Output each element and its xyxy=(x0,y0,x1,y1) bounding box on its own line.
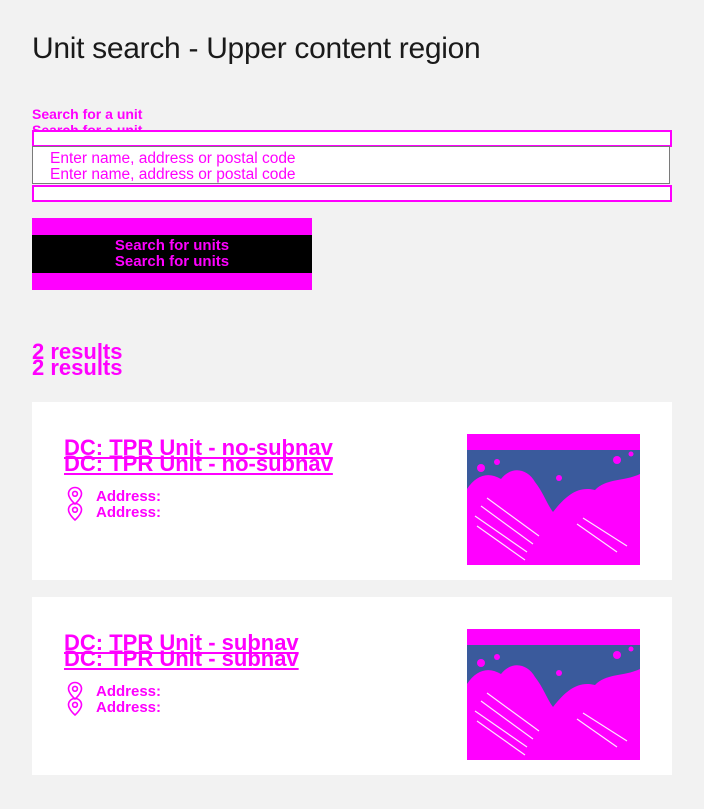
unit-title-duplicate: DC: TPR Unit - no-subnav xyxy=(64,451,333,476)
search-input-placeholder: Enter name, address or postal code xyxy=(50,150,296,167)
search-input-highlight-bottom xyxy=(32,185,672,202)
unit-result-card: DC: TPR Unit - no-subnav DC: TPR Unit - … xyxy=(32,402,672,580)
page-title: Unit search - Upper content region xyxy=(32,32,481,65)
search-units-button-label: Search for units xyxy=(114,237,230,254)
address-label-duplicate: Address: xyxy=(96,699,162,716)
unit-image xyxy=(467,434,640,565)
search-input-placeholder-duplicate: Enter name, address or postal code xyxy=(50,166,296,183)
search-label-text: Search for a unit xyxy=(32,106,143,122)
unit-image xyxy=(467,629,640,760)
search-input[interactable]: Enter name, address or postal code Enter… xyxy=(32,146,670,184)
map-pin-icon xyxy=(67,486,83,522)
map-pin-icon xyxy=(67,681,83,717)
search-units-button[interactable]: Search for units Search for units xyxy=(32,218,312,290)
search-units-button-label-duplicate: Search for units xyxy=(114,253,230,270)
address-label-duplicate: Address: xyxy=(96,504,162,521)
results-count: 2 results 2 results xyxy=(32,341,123,380)
unit-address: Address: Address: xyxy=(96,684,161,716)
unit-result-card: DC: TPR Unit - subnav DC: TPR Unit - sub… xyxy=(32,597,672,775)
unit-address: Address: Address: xyxy=(96,489,161,521)
search-units-button-inner: Search for units Search for units xyxy=(32,235,312,273)
search-input-highlight-top xyxy=(32,130,672,147)
address-label: Address: xyxy=(96,683,162,700)
unit-title-duplicate: DC: TPR Unit - subnav xyxy=(64,646,299,671)
unit-title-link[interactable]: DC: TPR Unit - no-subnav DC: TPR Unit - … xyxy=(64,437,333,476)
results-count-text-duplicate: 2 results xyxy=(32,355,123,380)
unit-title-link[interactable]: DC: TPR Unit - subnav DC: TPR Unit - sub… xyxy=(64,632,299,671)
address-label: Address: xyxy=(96,488,162,505)
